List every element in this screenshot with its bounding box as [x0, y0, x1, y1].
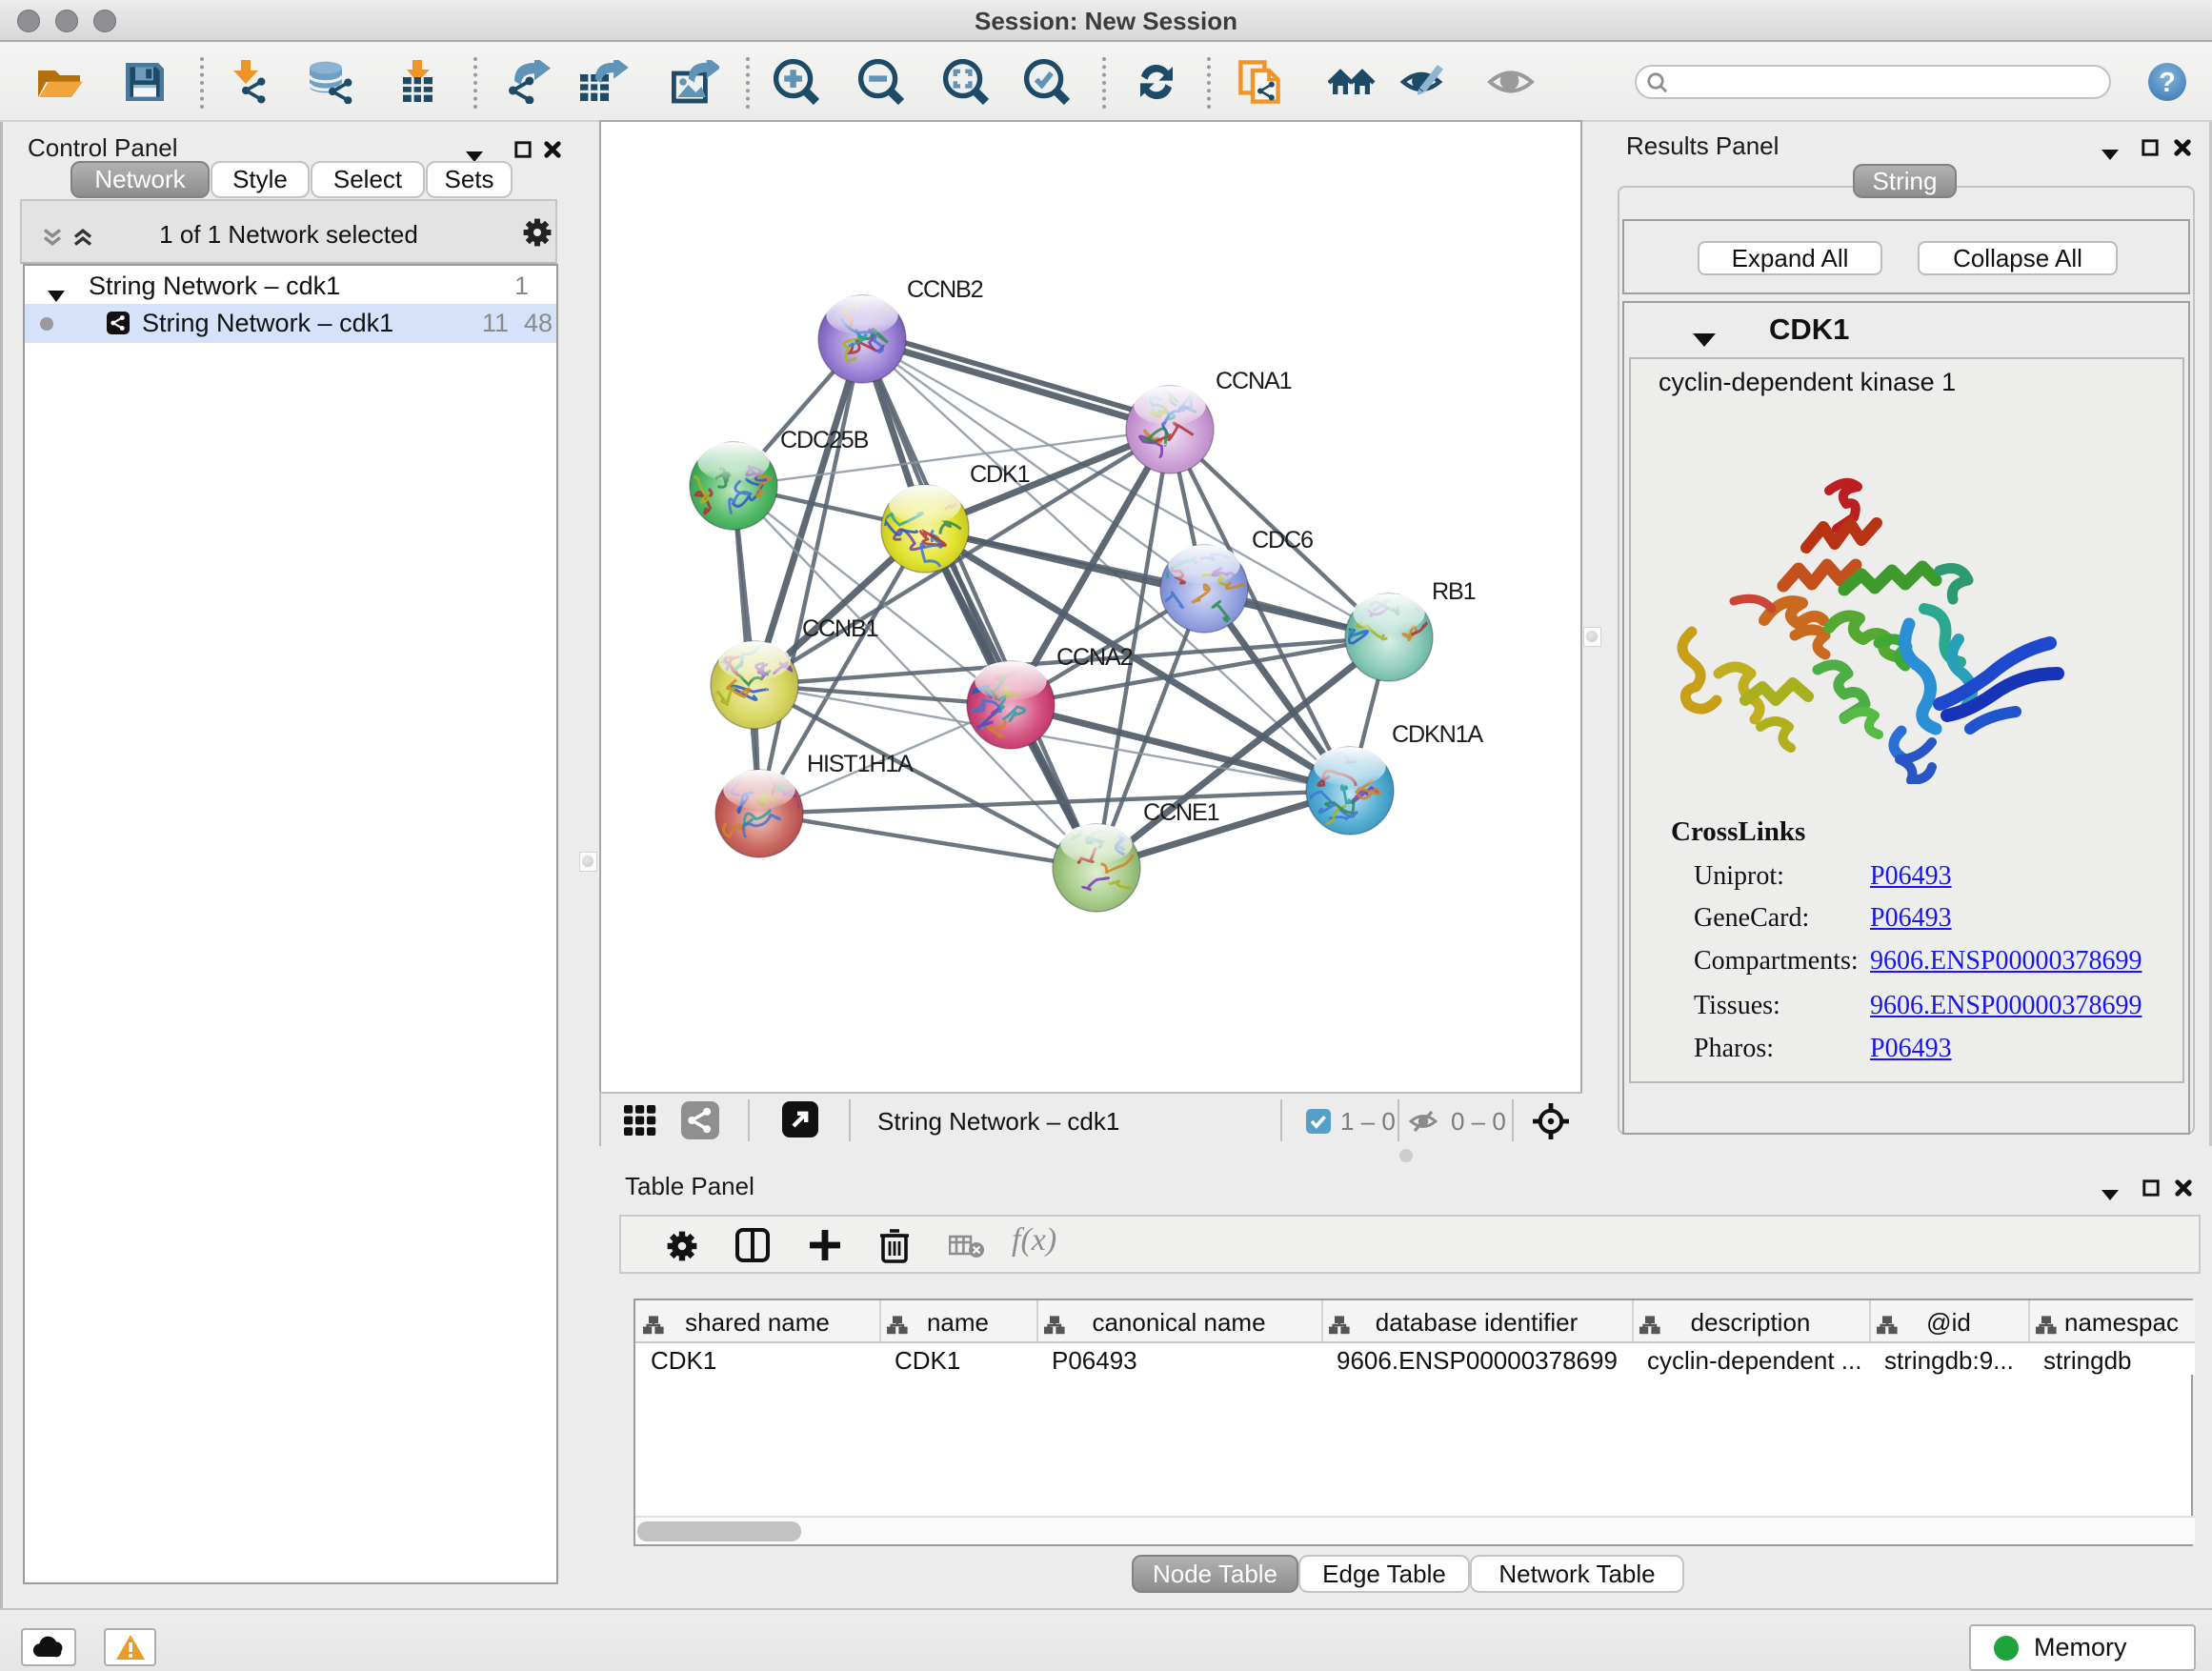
svg-text:CDKN1A: CDKN1A — [1392, 721, 1483, 748]
svg-text:CCNA2: CCNA2 — [1056, 644, 1133, 671]
svg-text:?: ? — [2159, 68, 2176, 98]
svg-text:RB1: RB1 — [1432, 578, 1476, 605]
svg-text:CDK1: CDK1 — [970, 461, 1030, 488]
svg-text:HIST1H1A: HIST1H1A — [807, 751, 914, 777]
svg-text:CDC25B: CDC25B — [780, 427, 869, 453]
svg-text:CCNB1: CCNB1 — [802, 615, 878, 642]
svg-text:CCNA1: CCNA1 — [1216, 368, 1292, 394]
svg-text:CDC6: CDC6 — [1252, 527, 1313, 554]
svg-text:CCNE1: CCNE1 — [1143, 799, 1219, 826]
svg-text:CCNB2: CCNB2 — [907, 276, 983, 303]
